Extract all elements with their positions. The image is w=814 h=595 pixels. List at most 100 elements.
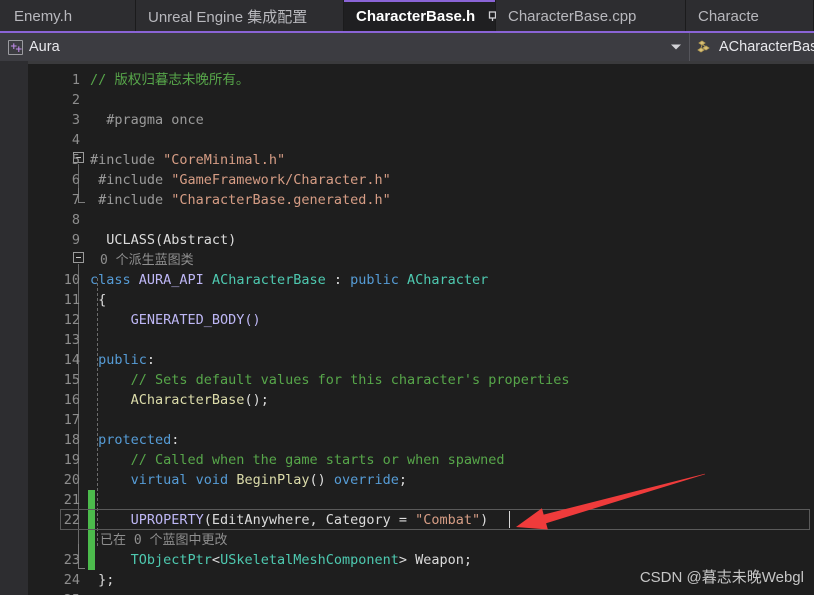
code-token: ACharacter [407, 272, 489, 288]
code-token: : [333, 272, 351, 288]
vs-editor-window: Enemy.h Unreal Engine 集成配置 CharacterBase.h… [0, 0, 814, 595]
code-token: TObjectPtr [90, 552, 212, 568]
code-token: ; [463, 552, 473, 568]
editor-tab-label: Enemy.h [14, 8, 73, 25]
line-number: 3 [71, 112, 80, 128]
code-line[interactable]: // 版权归暮志未晚所有。 [90, 70, 249, 90]
line-number: 23 [63, 552, 80, 568]
code-line[interactable]: virtual void BeginPlay() override; [90, 470, 407, 490]
editor-tab-3[interactable]: CharacterBase.h [344, 0, 521, 33]
codelens-label: 已在 0 个蓝图中更改 [100, 533, 228, 548]
line-number: 19 [63, 452, 80, 468]
line-number: 14 [63, 352, 80, 368]
code-token: ACharacterBase [90, 392, 245, 408]
navigation-bar: + + Aura ACharacterBas [0, 33, 814, 61]
code-token: #include [90, 152, 164, 168]
code-token: public [90, 352, 147, 368]
editor-tab-strip: Enemy.h Unreal Engine 集成配置 CharacterBase.h… [0, 0, 814, 33]
code-token: "CoreMinimal.h" [163, 152, 286, 168]
line-number: 12 [63, 312, 80, 328]
code-token: #include [90, 172, 172, 188]
code-line[interactable]: UCLASS(Abstract) [90, 230, 236, 250]
code-token: "CharacterBase.generated.h" [171, 192, 391, 208]
code-token: : [171, 432, 180, 448]
editor-tab-4[interactable]: CharacterBase.cpp [496, 0, 686, 33]
code-token: ; [398, 472, 408, 488]
code-line[interactable]: }; [90, 570, 114, 590]
text-caret [509, 511, 510, 528]
collapse-toggle-class-block[interactable] [73, 252, 84, 263]
line-number: 6 [71, 172, 80, 188]
line-number: 4 [71, 132, 80, 148]
code-token: : [146, 352, 156, 368]
code-token: USkeletalMeshComponent [220, 552, 399, 568]
line-number: 11 [63, 292, 80, 308]
code-token: override [333, 472, 399, 488]
line-number: 18 [63, 432, 80, 448]
line-number: 13 [63, 332, 80, 348]
code-token: < [211, 552, 221, 568]
editor-tab-5[interactable]: Characte [686, 0, 814, 33]
code-token: virtual void [90, 472, 237, 488]
editor-tab-1[interactable]: Enemy.h [0, 0, 136, 33]
line-number: 10 [63, 272, 80, 288]
cpp-project-icon: + + [8, 39, 23, 55]
code-line[interactable]: ACharacterBase(); [90, 390, 269, 410]
code-token: UCLASS(Abstract) [90, 232, 237, 248]
editor-tab-label: CharacterBase.cpp [508, 8, 637, 25]
code-line[interactable]: TObjectPtr<USkeletalMeshComponent> Weapo… [90, 550, 472, 570]
code-token: // Sets default values for this characte… [90, 372, 570, 388]
watermark: CSDN @暮志未晚Webgl [639, 569, 804, 586]
class-name: ACharacterBas [719, 39, 814, 55]
code-line[interactable]: // Called when the game starts or when s… [90, 450, 505, 470]
line-number: 2 [71, 92, 80, 108]
editor-tab-label: Characte [698, 8, 759, 25]
editor-tab-2[interactable]: Unreal Engine 集成配置 [136, 0, 344, 33]
code-token: "GameFramework/Character.h" [171, 172, 391, 188]
code-line[interactable]: protected: [90, 430, 179, 450]
code-token: class [90, 272, 139, 288]
code-token: ACharacterBase [211, 272, 334, 288]
class-icon [696, 40, 713, 55]
project-selector[interactable]: + + Aura [0, 33, 690, 61]
code-line[interactable]: #pragma once [90, 110, 204, 130]
line-number: 5 [71, 152, 80, 168]
codelens-text[interactable]: 0 个派生蓝图类 [100, 250, 194, 270]
code-line[interactable]: #include "CoreMinimal.h" [90, 150, 285, 170]
code-token: #include [90, 192, 172, 208]
codelens-text[interactable]: 已在 0 个蓝图中更改 [100, 530, 227, 550]
code-token: // Called when the game starts or when s… [90, 452, 505, 468]
code-line[interactable]: #include "CharacterBase.generated.h" [90, 190, 391, 210]
code-token: }; [90, 572, 115, 588]
line-number: 7 [71, 192, 80, 208]
code-token: () [309, 472, 334, 488]
code-token: // 版权归暮志未晚所有。 [90, 72, 250, 88]
line-number: 17 [63, 412, 80, 428]
line-number: 21 [63, 492, 80, 508]
line-number: 24 [63, 572, 80, 588]
project-name: Aura [29, 39, 60, 55]
code-line[interactable]: { [90, 290, 106, 310]
code-token: Weapon [415, 552, 464, 568]
line-number: 1 [71, 72, 80, 88]
line-number: 16 [63, 392, 80, 408]
code-line[interactable]: class AURA_API ACharacterBase : public A… [90, 270, 488, 290]
code-line[interactable]: #include "GameFramework/Character.h" [90, 170, 391, 190]
editor-tab-label: Unreal Engine 集成配置 [148, 9, 308, 26]
line-number: 15 [63, 372, 80, 388]
code-token: (); [244, 392, 269, 408]
code-token: BeginPlay [236, 472, 310, 488]
code-line[interactable]: // Sets default values for this characte… [90, 370, 570, 390]
line-number: 20 [63, 472, 80, 488]
line-number: 8 [71, 212, 80, 228]
chevron-down-icon[interactable] [671, 44, 681, 50]
code-token: protected [90, 432, 172, 448]
current-line-highlight [60, 509, 810, 530]
code-editor[interactable]: 1// 版权归暮志未晚所有。 2 3 #pragma once 4 5 #include … [0, 61, 814, 595]
code-line[interactable]: GENERATED_BODY() [90, 310, 261, 330]
codelens-label: 0 个派生蓝图类 [100, 253, 194, 268]
code-line[interactable]: public: [90, 350, 155, 370]
class-selector[interactable]: ACharacterBas [690, 33, 814, 61]
editor-outer-gutter [0, 61, 28, 595]
line-number: 9 [71, 232, 80, 248]
